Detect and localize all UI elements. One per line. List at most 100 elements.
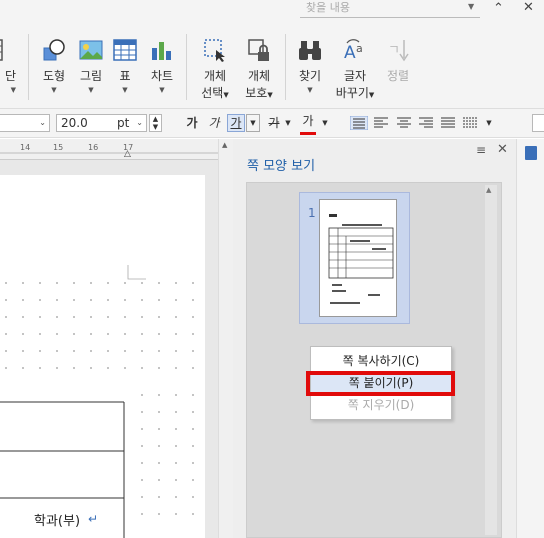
thumbnail-page-image[interactable] bbox=[319, 199, 397, 317]
chevron-down-icon: ▼ bbox=[223, 91, 229, 99]
divider bbox=[186, 34, 187, 100]
menu-item-delete-page[interactable]: 쪽 지우기(D) bbox=[311, 395, 451, 415]
protect-object-label-line1: 개체 bbox=[247, 69, 271, 83]
protect-object-icon bbox=[248, 39, 269, 61]
underline-button[interactable]: 가 bbox=[227, 114, 245, 132]
page-number: 1 bbox=[308, 206, 316, 220]
font-color-button[interactable]: 가 bbox=[300, 114, 316, 135]
chart-label: 차트 bbox=[150, 69, 174, 83]
chevron-down-icon[interactable]: ▼ bbox=[484, 114, 494, 132]
close-icon[interactable]: ✕ bbox=[523, 0, 534, 15]
table-cell-text: 학과(부) bbox=[34, 514, 81, 529]
svg-text:a: a bbox=[356, 42, 363, 55]
columns-icon bbox=[0, 39, 3, 61]
collapse-ribbon-icon[interactable]: ⌃ bbox=[493, 1, 504, 16]
chevron-down-icon: ▼ bbox=[88, 86, 94, 94]
protect-object-label-line2: 보호 bbox=[245, 86, 268, 100]
chevron-down-icon: ▼ bbox=[267, 91, 273, 99]
bold-button[interactable]: 가 bbox=[184, 114, 200, 132]
table-icon bbox=[113, 39, 137, 61]
strikethrough-button[interactable]: 가 bbox=[266, 114, 282, 132]
divider bbox=[285, 34, 286, 100]
panel-scrollbar[interactable] bbox=[485, 185, 497, 535]
font-size-value: 20.0 bbox=[61, 116, 88, 130]
binoculars-icon bbox=[299, 41, 321, 60]
replace-text-label: 글자바꾸기▼ bbox=[334, 68, 376, 104]
picture-icon bbox=[79, 40, 103, 60]
distribute-icon[interactable] bbox=[441, 117, 455, 129]
select-object-button[interactable]: 개체 선택▼ bbox=[194, 24, 236, 108]
panel-menu-icon[interactable]: ≡ bbox=[476, 143, 486, 157]
picture-button[interactable]: 그림 ▼ bbox=[73, 24, 109, 108]
scroll-up-icon[interactable]: ▲ bbox=[486, 186, 491, 194]
chart-button[interactable]: 차트 ▼ bbox=[143, 24, 181, 108]
chevron-down-icon: ▼ bbox=[122, 86, 128, 94]
picture-label: 그림 bbox=[79, 69, 103, 83]
replace-text-label-line2: 바꾸기 bbox=[335, 86, 369, 100]
divider bbox=[28, 34, 29, 100]
ruler-label: 15 bbox=[53, 143, 64, 152]
sort-icon: ㄱ bbox=[388, 40, 409, 62]
protect-object-button[interactable]: 개체보호▼ bbox=[238, 24, 280, 108]
align-right-icon[interactable] bbox=[419, 117, 433, 129]
protect-object-label: 개체보호▼ bbox=[238, 68, 280, 104]
chevron-down-icon: ⌄ bbox=[39, 118, 46, 127]
chart-icon bbox=[152, 42, 171, 60]
page-view-tab-icon[interactable] bbox=[525, 146, 537, 160]
columns-label: 단 bbox=[4, 69, 16, 83]
scroll-up-icon[interactable]: ▲ bbox=[222, 141, 227, 149]
search-input[interactable]: 찾을 내용 bbox=[300, 0, 480, 18]
menu-item-copy-page[interactable]: 쪽 복사하기(C) bbox=[311, 351, 451, 371]
shape-button[interactable]: 도형 ▼ bbox=[36, 24, 72, 108]
align-left-icon[interactable] bbox=[374, 117, 388, 129]
find-label: 찾기 bbox=[298, 69, 322, 83]
panel-title: 쪽 모양 보기 bbox=[247, 159, 316, 174]
shape-label: 도형 bbox=[42, 69, 66, 83]
align-justify-icon[interactable] bbox=[350, 116, 368, 130]
select-object-label-line1: 개체 bbox=[203, 69, 227, 83]
search-dropdown-icon[interactable]: ▼ bbox=[468, 2, 474, 11]
sort-label: 정렬 bbox=[386, 69, 410, 83]
document-page[interactable]: 학과(부) ↵ bbox=[0, 175, 205, 538]
line-spacing-input[interactable] bbox=[532, 114, 544, 132]
svg-text:A: A bbox=[344, 43, 356, 62]
chevron-down-icon[interactable]: ▼ bbox=[320, 114, 330, 132]
underline-options-icon[interactable]: ▼ bbox=[246, 114, 260, 132]
chevron-down-icon: ▼ bbox=[307, 86, 313, 94]
ruler-label: 16 bbox=[88, 143, 99, 152]
horizontal-ruler: 14 15 16 17 △ bbox=[0, 139, 218, 160]
italic-button[interactable]: 가 bbox=[206, 114, 222, 132]
panel-close-icon[interactable]: ✕ bbox=[497, 142, 508, 157]
table-label: 표 bbox=[119, 69, 131, 83]
select-object-label: 개체 선택▼ bbox=[194, 68, 236, 104]
thumbnail-content bbox=[328, 214, 394, 304]
chevron-down-icon[interactable]: ▼ bbox=[284, 114, 292, 132]
paragraph-mark-icon: ↵ bbox=[88, 512, 99, 526]
side-tab-strip bbox=[516, 139, 544, 538]
split-distribute-icon[interactable] bbox=[463, 117, 477, 129]
columns-button[interactable]: 단 ▼ bbox=[0, 24, 16, 108]
svg-text:ㄱ: ㄱ bbox=[388, 43, 400, 58]
replace-text-button[interactable]: Aa 글자바꾸기▼ bbox=[334, 24, 376, 108]
table-button[interactable]: 표 ▼ bbox=[108, 24, 142, 108]
find-button[interactable]: 찾기 ▼ bbox=[292, 24, 328, 108]
chevron-down-icon: ▼ bbox=[10, 86, 16, 94]
page-content bbox=[0, 265, 194, 538]
shape-icon bbox=[43, 39, 65, 61]
font-size-unit: pt bbox=[117, 116, 130, 130]
replace-text-label-line1: 글자 bbox=[343, 69, 367, 83]
highlight-box bbox=[306, 371, 455, 396]
vertical-scrollbar[interactable]: ▲ bbox=[218, 139, 233, 538]
chevron-down-icon: ⌄ bbox=[136, 118, 143, 127]
format-toolbar: ⌄ 20.0 pt ⌄ ▲ ▼ 가 가 가 ▼ 가 ▼ 가 ▼ ▼ bbox=[0, 109, 544, 138]
font-size-stepper[interactable]: ▲ ▼ bbox=[149, 114, 162, 132]
align-center-icon[interactable] bbox=[397, 117, 411, 129]
sort-button[interactable]: ㄱ 정렬 bbox=[380, 24, 416, 108]
font-size-input[interactable]: 20.0 pt ⌄ bbox=[56, 114, 147, 132]
indent-marker-icon[interactable]: △ bbox=[124, 149, 131, 159]
ruler-label: 14 bbox=[20, 143, 31, 152]
chevron-down-icon: ▼ bbox=[51, 86, 57, 94]
font-name-select[interactable]: ⌄ bbox=[0, 114, 50, 132]
ribbon-toolbar: 단 ▼ 도형 ▼ 그림 ▼ 표 ▼ 차트 ▼ 개체 선택▼ 개체 보호▼ 찾기 ▼ … bbox=[0, 24, 544, 109]
chevron-down-icon: ▼ bbox=[368, 91, 375, 99]
